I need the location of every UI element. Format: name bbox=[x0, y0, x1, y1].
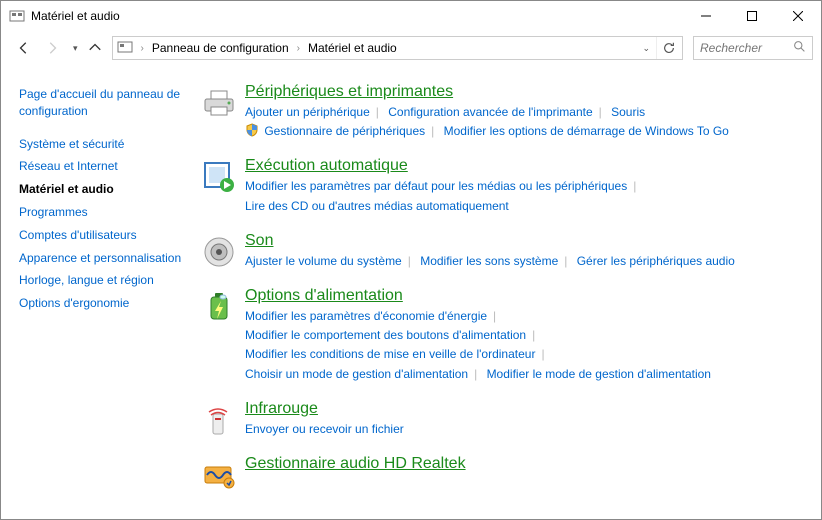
navbar: ▾ › Panneau de configuration › Matériel … bbox=[1, 31, 821, 65]
link-power-sleep[interactable]: Modifier les conditions de mise en veill… bbox=[245, 347, 535, 361]
address-icon bbox=[117, 39, 133, 58]
shield-icon bbox=[245, 123, 259, 137]
link-autoplay-defaults[interactable]: Modifier les paramètres par défaut pour … bbox=[245, 179, 627, 193]
history-dropdown[interactable]: ▾ bbox=[69, 43, 78, 54]
link-power-plan[interactable]: Choisir un mode de gestion d'alimentatio… bbox=[245, 367, 468, 381]
titlebar: Matériel et audio bbox=[1, 1, 821, 31]
link-adv-printer[interactable]: Configuration avancée de l'imprimante bbox=[388, 105, 592, 119]
refresh-button[interactable] bbox=[656, 37, 680, 59]
category-title-sound[interactable]: Son bbox=[245, 232, 809, 250]
category-devices: Périphériques et imprimantes Ajouter un … bbox=[201, 83, 809, 141]
link-power-editplan[interactable]: Modifier le mode de gestion d'alimentati… bbox=[487, 367, 711, 381]
category-title-autoplay[interactable]: Exécution automatique bbox=[245, 157, 809, 175]
link-power-econ[interactable]: Modifier les paramètres d'économie d'éne… bbox=[245, 309, 487, 323]
search-icon[interactable] bbox=[793, 40, 806, 56]
up-button[interactable] bbox=[84, 37, 106, 59]
link-autoplay-cds[interactable]: Lire des CD ou d'autres médias automatiq… bbox=[245, 199, 509, 213]
breadcrumb-root[interactable]: Panneau de configuration bbox=[152, 41, 289, 55]
forward-button[interactable] bbox=[41, 37, 63, 59]
sidebar-item-hardware[interactable]: Matériel et audio bbox=[19, 178, 193, 201]
chevron-right-icon: › bbox=[295, 43, 302, 54]
maximize-button[interactable] bbox=[729, 1, 775, 31]
category-power: Options d'alimentation Modifier les para… bbox=[201, 287, 809, 384]
speaker-icon bbox=[201, 232, 245, 271]
category-title-infrared[interactable]: Infrarouge bbox=[245, 400, 809, 418]
content: Périphériques et imprimantes Ajouter un … bbox=[201, 65, 821, 519]
link-device-manager[interactable]: Gestionnaire de périphériques bbox=[264, 124, 425, 138]
category-autoplay: Exécution automatique Modifier les param… bbox=[201, 157, 809, 215]
battery-icon bbox=[201, 287, 245, 384]
close-button[interactable] bbox=[775, 1, 821, 31]
category-realtek: Gestionnaire audio HD Realtek bbox=[201, 455, 809, 493]
minimize-button[interactable] bbox=[683, 1, 729, 31]
sidebar-item-ease[interactable]: Options d'ergonomie bbox=[19, 292, 193, 315]
sidebar-item-system[interactable]: Système et sécurité bbox=[19, 133, 193, 156]
search-box[interactable] bbox=[693, 36, 813, 60]
link-infrared-send[interactable]: Envoyer ou recevoir un fichier bbox=[245, 422, 404, 436]
sidebar-item-accounts[interactable]: Comptes d'utilisateurs bbox=[19, 224, 193, 247]
address-bar[interactable]: › Panneau de configuration › Matériel et… bbox=[112, 36, 683, 60]
printer-icon bbox=[201, 83, 245, 141]
sidebar-item-programs[interactable]: Programmes bbox=[19, 201, 193, 224]
window-icon bbox=[9, 8, 25, 24]
category-title-realtek[interactable]: Gestionnaire audio HD Realtek bbox=[245, 455, 809, 473]
sidebar-item-clock[interactable]: Horloge, langue et région bbox=[19, 269, 193, 292]
search-input[interactable] bbox=[700, 41, 793, 55]
link-add-device[interactable]: Ajouter un périphérique bbox=[245, 105, 370, 119]
infrared-icon bbox=[201, 400, 245, 439]
category-sound: Son Ajuster le volume du système| Modifi… bbox=[201, 232, 809, 271]
category-title-devices[interactable]: Périphériques et imprimantes bbox=[245, 83, 809, 101]
back-button[interactable] bbox=[13, 37, 35, 59]
link-audio-devices[interactable]: Gérer les périphériques audio bbox=[577, 254, 735, 268]
breadcrumb-current[interactable]: Matériel et audio bbox=[308, 41, 397, 55]
link-volume[interactable]: Ajuster le volume du système bbox=[245, 254, 402, 268]
link-system-sounds[interactable]: Modifier les sons système bbox=[420, 254, 558, 268]
realtek-icon bbox=[201, 455, 245, 493]
link-windows-to-go[interactable]: Modifier les options de démarrage de Win… bbox=[444, 124, 729, 138]
sidebar-item-home[interactable]: Page d'accueil du panneau de configurati… bbox=[19, 83, 193, 123]
sidebar-item-network[interactable]: Réseau et Internet bbox=[19, 155, 193, 178]
link-mouse[interactable]: Souris bbox=[611, 105, 645, 119]
window-title: Matériel et audio bbox=[31, 9, 120, 23]
autoplay-icon bbox=[201, 157, 245, 215]
main-area: Page d'accueil du panneau de configurati… bbox=[1, 65, 821, 519]
category-infrared: Infrarouge Envoyer ou recevoir un fichie… bbox=[201, 400, 809, 439]
link-power-buttons[interactable]: Modifier le comportement des boutons d'a… bbox=[245, 328, 526, 342]
sidebar: Page d'accueil du panneau de configurati… bbox=[1, 65, 201, 519]
sidebar-item-appearance[interactable]: Apparence et personnalisation bbox=[19, 247, 193, 270]
category-title-power[interactable]: Options d'alimentation bbox=[245, 287, 809, 305]
address-dropdown[interactable]: ⌄ bbox=[638, 43, 650, 54]
chevron-right-icon: › bbox=[139, 43, 146, 54]
